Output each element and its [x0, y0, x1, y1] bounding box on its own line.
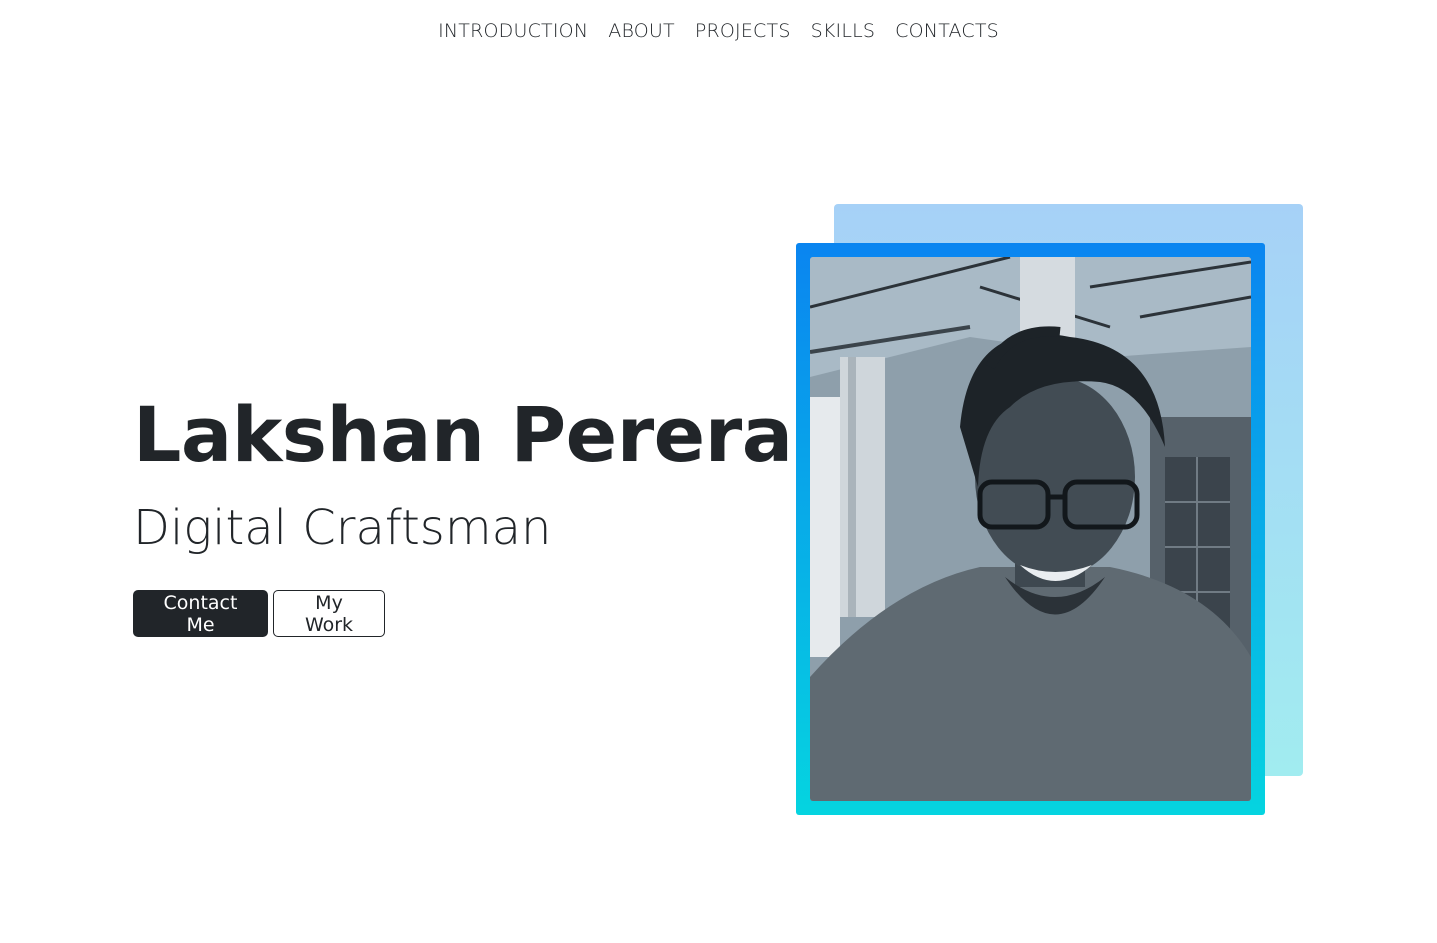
hero-name: Lakshan Perera	[133, 390, 793, 479]
contact-me-button[interactable]: Contact Me	[133, 590, 268, 637]
nav-contacts[interactable]: CONTACTS	[895, 20, 999, 42]
nav-introduction[interactable]: INTRODUCTION	[438, 20, 588, 42]
nav-about[interactable]: ABOUT	[608, 20, 675, 42]
my-work-button[interactable]: My Work	[273, 590, 385, 637]
main-nav: INTRODUCTION ABOUT PROJECTS SKILLS CONTA…	[0, 20, 1437, 42]
profile-photo-frame	[796, 243, 1265, 815]
nav-projects[interactable]: PROJECTS	[695, 20, 791, 42]
nav-skills[interactable]: SKILLS	[811, 20, 876, 42]
profile-photo	[810, 257, 1251, 801]
hero-buttons: Contact Me My Work	[133, 590, 385, 637]
portrait-illustration	[810, 257, 1251, 801]
hero-title: Digital Craftsman	[133, 500, 552, 556]
